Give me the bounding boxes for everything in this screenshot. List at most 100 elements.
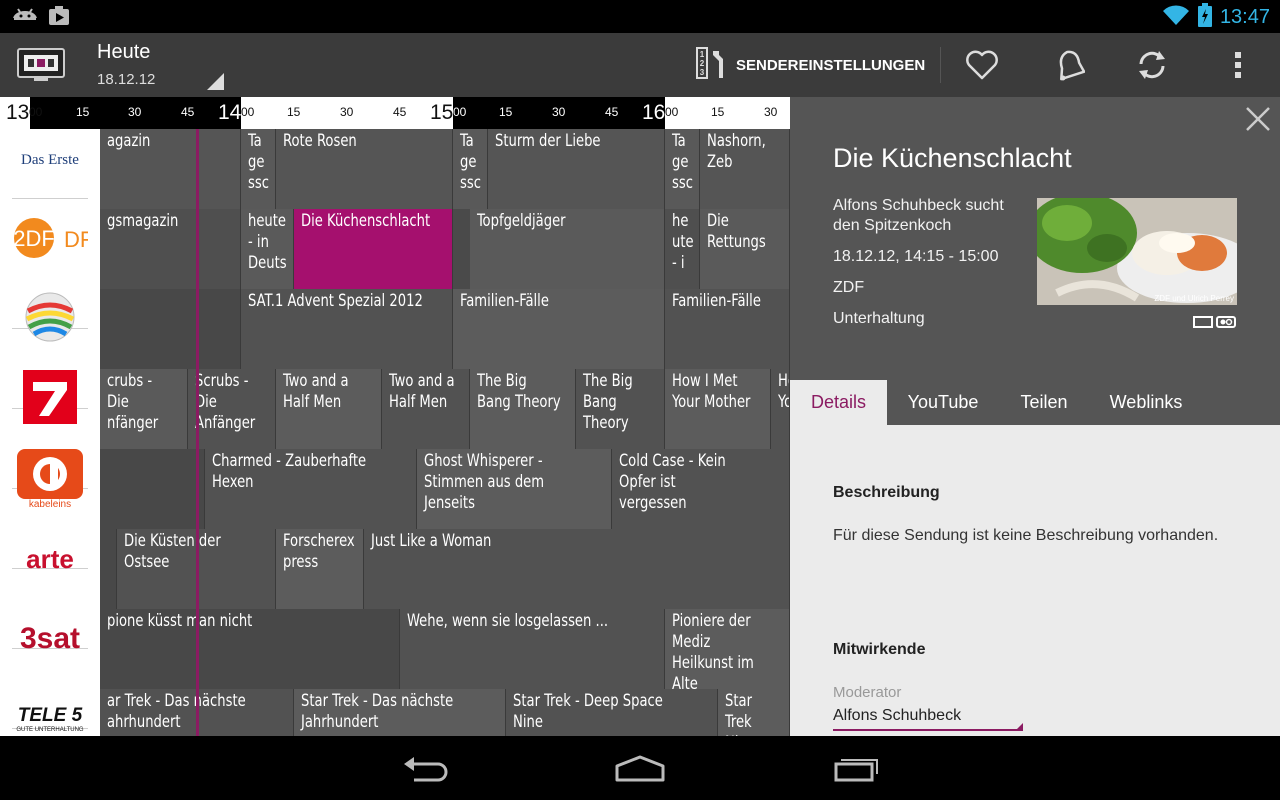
- program-image[interactable]: ZDF und Ulrich Perrey: [1037, 198, 1237, 305]
- recent-apps-icon[interactable]: [827, 750, 887, 786]
- program-genre: Unterhaltung: [833, 310, 925, 327]
- minute-label: 15: [499, 105, 513, 119]
- minute-label: 00: [241, 105, 255, 119]
- stereo-icon: [1216, 313, 1236, 332]
- program-cell[interactable]: Ta ge ssc: [453, 129, 488, 209]
- program-cell[interactable]: Two and a Half Men: [276, 369, 382, 449]
- tv-app-logo-icon[interactable]: [16, 47, 66, 83]
- program-cell[interactable]: Die Rettungs: [700, 209, 790, 289]
- reminder-bell-icon[interactable]: [1047, 45, 1087, 85]
- channel-sat1[interactable]: [0, 279, 100, 359]
- program-cell[interactable]: pione küsst man nicht: [100, 609, 400, 689]
- channel-kabeleins[interactable]: kabeleins: [0, 439, 100, 519]
- program-cell[interactable]: How I Met Your Mother: [665, 369, 771, 449]
- spinner-dropdown-icon[interactable]: [207, 73, 224, 90]
- program-cell[interactable]: Ghost Whisperer - Stimmen aus dem Jensei…: [417, 449, 612, 529]
- program-cell[interactable]: Pioniere der Mediz Heilkunst im Alte Rom: [665, 609, 790, 689]
- sender-settings-button[interactable]: 123 SENDEREINSTELLUNGEN: [694, 45, 925, 85]
- program-cell[interactable]: Forscherex press: [276, 529, 364, 609]
- program-cell[interactable]: [100, 529, 117, 609]
- tab-youtube[interactable]: YouTube: [887, 380, 999, 425]
- program-cell[interactable]: Familien-Fälle: [665, 289, 790, 369]
- cast-member-underline: [833, 729, 1023, 731]
- kabeleins-logo-text: kabeleins: [28, 498, 72, 510]
- sender-settings-label: SENDEREINSTELLUNGEN: [736, 56, 926, 74]
- program-datetime: 18.12.12, 14:15 - 15:00: [833, 248, 999, 265]
- role-label: Moderator: [833, 684, 902, 701]
- program-cell[interactable]: crubs - Die nfänger: [100, 369, 188, 449]
- program-cell[interactable]: Rote Rosen: [276, 129, 453, 209]
- channel-arte[interactable]: arte: [0, 519, 100, 599]
- program-cell[interactable]: Star Trek - Das nächste Jahrhundert: [294, 689, 506, 736]
- favorite-heart-icon[interactable]: [962, 45, 1002, 85]
- minute-label: 30: [128, 105, 142, 119]
- program-cell[interactable]: Topfgeldjäger: [470, 209, 665, 289]
- program-cell[interactable]: agazin: [100, 129, 241, 209]
- program-cell[interactable]: The Big Bang Theory: [576, 369, 665, 449]
- minute-label: 30: [764, 105, 778, 119]
- app-root: 13:47 Heute 18.12.12 123 SENDEREINSTELLU…: [0, 0, 1280, 800]
- program-cell[interactable]: Two and a Half Men: [382, 369, 470, 449]
- program-cell[interactable]: SAT.1 Advent Spezial 2012: [241, 289, 453, 369]
- program-cell[interactable]: The Big Bang Theory: [470, 369, 576, 449]
- program-cell[interactable]: Cold Case - Kein Opfer ist vergessen: [612, 449, 790, 529]
- program-cell[interactable]: Wehe, wenn sie losgelassen ...: [400, 609, 665, 689]
- 3sat-logo: 3sat: [19, 622, 81, 655]
- program-cell[interactable]: Ho Yo: [771, 369, 790, 449]
- program-cell-selected[interactable]: Die Küchenschlacht: [294, 209, 453, 289]
- program-cell[interactable]: Sturm der Liebe: [488, 129, 665, 209]
- channel-zdf[interactable]: 2DF DF: [0, 199, 100, 279]
- channel-das-erste[interactable]: Das Erste: [0, 129, 100, 209]
- image-credit: ZDF und Ulrich Perrey: [1154, 294, 1234, 303]
- program-cell[interactable]: Ta ge ssc: [241, 129, 276, 209]
- channel-3sat[interactable]: 3sat: [0, 599, 100, 679]
- program-channel: ZDF: [833, 279, 865, 296]
- back-icon[interactable]: [394, 750, 454, 786]
- hour-label: 14: [218, 101, 242, 124]
- program-cell[interactable]: heute - in Deuts: [241, 209, 294, 289]
- program-cell[interactable]: gsmagazin: [100, 209, 241, 289]
- minute-label: 00: [453, 105, 467, 119]
- status-bar: 13:47: [0, 0, 1280, 33]
- program-cell[interactable]: [100, 449, 205, 529]
- tab-teilen[interactable]: Teilen: [999, 380, 1089, 425]
- refresh-icon[interactable]: [1132, 45, 1172, 85]
- action-bar: Heute 18.12.12 123 SENDEREINSTELLUNGEN: [0, 33, 1280, 97]
- channel-pro7[interactable]: [0, 359, 100, 439]
- svg-text:1: 1: [700, 50, 705, 59]
- program-cell[interactable]: Scrubs - Die Anfänger: [188, 369, 276, 449]
- zdf-logo-text: 2DF: [13, 226, 55, 251]
- wifi-icon: [1162, 4, 1190, 30]
- program-cell[interactable]: Familien-Fälle: [453, 289, 665, 369]
- program-cell[interactable]: Nashorn, Zeb: [700, 129, 790, 209]
- program-cell[interactable]: Charmed - Zauberhafte Hexen: [205, 449, 417, 529]
- date-title[interactable]: Heute: [97, 41, 150, 64]
- close-icon[interactable]: [1244, 105, 1272, 133]
- program-cell[interactable]: [100, 289, 241, 369]
- overflow-menu-icon[interactable]: [1218, 45, 1258, 85]
- channel-tele5[interactable]: TELE 5 GUTE UNTERHALTUNG: [0, 679, 100, 736]
- program-cell[interactable]: Star Trek Nine: [718, 689, 790, 736]
- zdf-logo: 2DF DF: [12, 214, 88, 264]
- home-icon[interactable]: [610, 750, 670, 786]
- program-cell[interactable]: Just Like a Woman: [364, 529, 790, 609]
- cast-member-link[interactable]: Alfons Schuhbeck: [833, 707, 961, 725]
- timeline-header[interactable]: 13 00 15 30 45 14 00 15 30 45 15 00 15 3…: [0, 97, 790, 129]
- battery-icon: [1197, 3, 1212, 31]
- program-grid[interactable]: agazin Ta ge ssc Rote Rosen Ta ge ssc St…: [0, 129, 790, 736]
- date-subtitle[interactable]: 18.12.12: [97, 71, 155, 88]
- program-cell[interactable]: Star Trek - Deep Space Nine: [506, 689, 718, 736]
- program-detail-pane: Die Küchenschlacht Alfons Schuhbeck such…: [790, 97, 1280, 736]
- widescreen-icon: [1193, 313, 1213, 332]
- navigation-bar: [0, 736, 1280, 800]
- svg-text:3: 3: [700, 68, 705, 77]
- program-cell[interactable]: he ute - i: [665, 209, 700, 289]
- arte-logo: arte: [26, 543, 74, 574]
- minute-label: 45: [605, 105, 619, 119]
- tab-details[interactable]: Details: [790, 380, 887, 425]
- program-cell[interactable]: Ta ge ssc: [665, 129, 700, 209]
- minute-label: 15: [711, 105, 725, 119]
- das-erste-logo: Das Erste: [21, 151, 79, 168]
- tab-weblinks[interactable]: Weblinks: [1089, 380, 1203, 425]
- format-icons: [1193, 313, 1236, 332]
